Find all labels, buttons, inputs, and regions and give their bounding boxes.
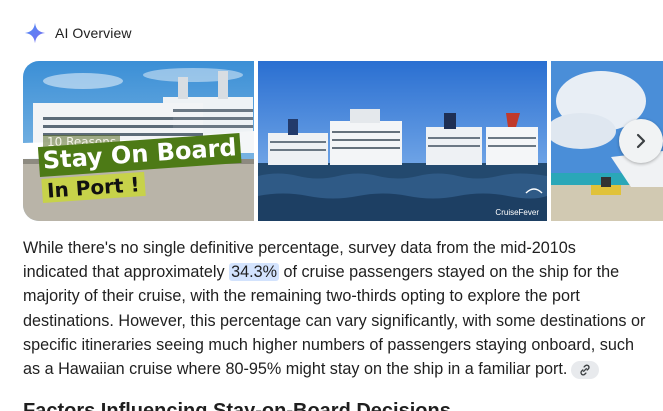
overview-paragraph: While there's no single definitive perce… (23, 236, 663, 381)
link-icon (580, 364, 590, 376)
cruisefever-watermark: CruiseFever (495, 208, 539, 217)
ai-overview-title: AI Overview (55, 25, 132, 41)
sparkle-icon (24, 22, 46, 44)
highlighted-percentage: 34.3% (229, 263, 279, 282)
paragraph-text: indicated that approximately (23, 263, 230, 282)
source-link-button[interactable] (571, 360, 600, 379)
paragraph-line: indicated that approximately 34.3% of cr… (23, 260, 663, 284)
paragraph-line: destinations. However, this percentage c… (23, 311, 646, 330)
carousel-next-button[interactable] (619, 119, 663, 163)
chevron-right-icon (636, 133, 646, 149)
paragraph-line: as a Hawaiian cruise where 80-95% might … (23, 357, 663, 381)
paragraph-text: as a Hawaiian cruise where 80-95% might … (23, 359, 568, 378)
paragraph-line: While there's no single definitive perce… (23, 239, 576, 257)
paragraph-text: of cruise passengers stayed on the ship … (278, 263, 620, 282)
image-card-ships-at-sea[interactable]: CruiseFever (258, 61, 547, 221)
ai-overview-panel: AI Overview 10 Reasons Stay On Board In … (0, 0, 663, 411)
paragraph-line: specific itineraries seeing much higher … (23, 335, 634, 354)
image-carousel: 10 Reasons Stay On Board In Port ! Cruis… (23, 61, 663, 221)
image-card-stay-on-board[interactable]: 10 Reasons Stay On Board In Port ! (23, 61, 254, 221)
paragraph-line: majority of their cruise, with the remai… (23, 287, 580, 306)
section-subheading: Factors Influencing Stay-on-Board Decisi… (23, 400, 451, 411)
ai-overview-header: AI Overview (24, 22, 132, 44)
